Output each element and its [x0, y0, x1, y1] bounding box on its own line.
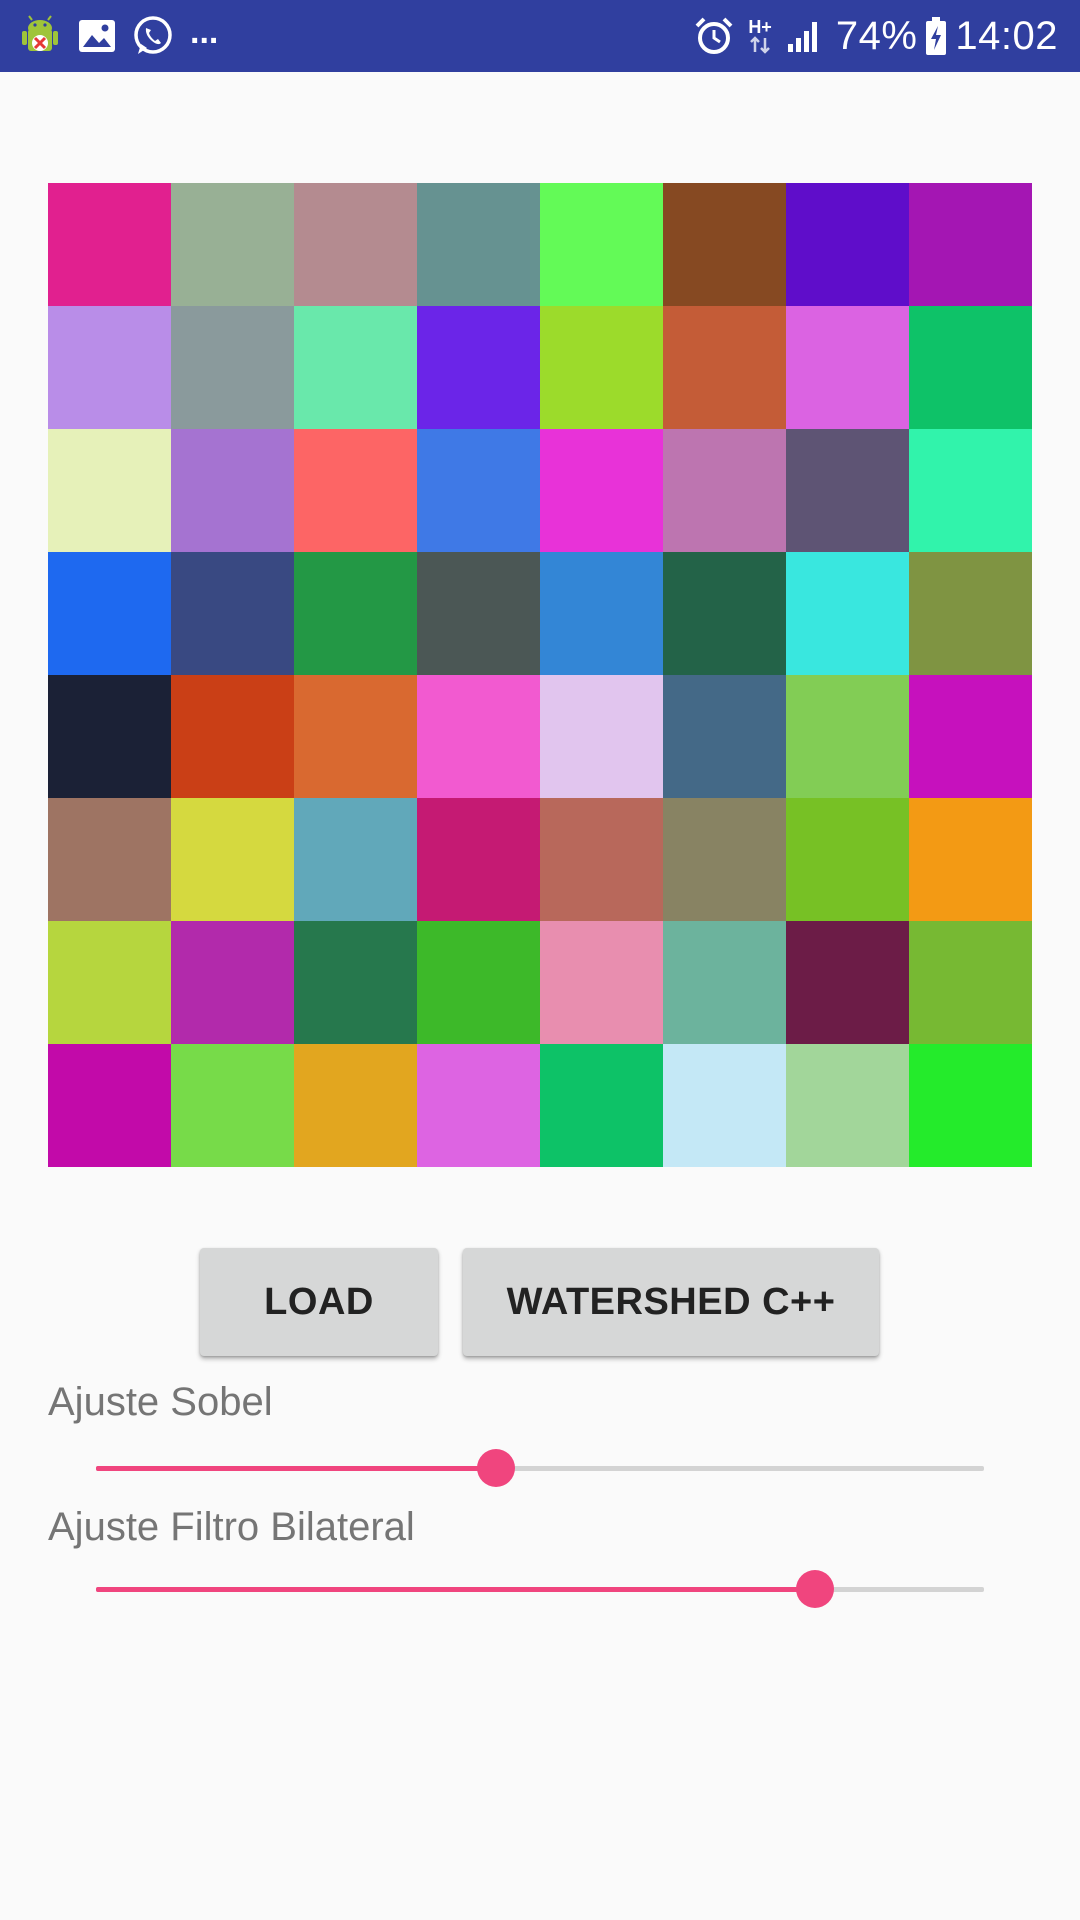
image-tile	[909, 798, 1032, 921]
image-tile	[48, 429, 171, 552]
image-tile	[909, 183, 1032, 306]
image-tile	[786, 921, 909, 1044]
image-tile	[294, 306, 417, 429]
image-tile	[909, 921, 1032, 1044]
image-tile	[540, 798, 663, 921]
image-tile	[294, 1044, 417, 1167]
slider-fill	[96, 1466, 496, 1471]
image-tile	[48, 1044, 171, 1167]
image-tile	[171, 675, 294, 798]
watershed-button[interactable]: WATERSHED C++	[463, 1248, 879, 1356]
image-tile	[294, 429, 417, 552]
notification-overflow: ...	[190, 12, 219, 51]
image-tile	[48, 306, 171, 429]
load-button[interactable]: LOAD	[200, 1248, 438, 1356]
image-tile	[786, 675, 909, 798]
image-tile	[417, 306, 540, 429]
status-right: H+ 74% 14:02	[680, 14, 1058, 59]
image-tile	[540, 429, 663, 552]
image-tile	[909, 306, 1032, 429]
image-tile	[171, 429, 294, 552]
network-icon: H+	[748, 18, 772, 54]
image-tile	[663, 306, 786, 429]
image-tile	[171, 183, 294, 306]
image-tile	[171, 306, 294, 429]
image-tile	[663, 675, 786, 798]
image-tile	[786, 552, 909, 675]
android-debug-icon	[18, 14, 62, 58]
slider-thumb[interactable]	[796, 1570, 835, 1608]
bilateral-slider[interactable]	[96, 1569, 984, 1609]
image-tile	[540, 1044, 663, 1167]
status-bar: ... H+ 74% 14:02	[0, 0, 1080, 72]
loaded-image	[48, 183, 1032, 1167]
image-tile	[786, 1044, 909, 1167]
image-tile	[171, 1044, 294, 1167]
image-tile	[171, 921, 294, 1044]
image-tile	[417, 183, 540, 306]
battery-icon	[925, 16, 947, 56]
status-left: ...	[18, 12, 234, 58]
image-tile	[294, 921, 417, 1044]
alarm-icon	[694, 16, 734, 56]
image-tile	[417, 552, 540, 675]
image-tile	[417, 921, 540, 1044]
image-tile	[540, 921, 663, 1044]
image-tile	[786, 429, 909, 552]
signal-icon	[786, 18, 822, 54]
image-tile	[48, 183, 171, 306]
battery-percent: 74%	[835, 13, 918, 58]
image-tile	[171, 552, 294, 675]
slider-fill	[96, 1587, 816, 1592]
bilateral-label: Ajuste Filtro Bilateral	[48, 1505, 415, 1549]
image-tile	[294, 552, 417, 675]
image-tile	[663, 552, 786, 675]
image-tile	[48, 921, 171, 1044]
slider-thumb[interactable]	[476, 1449, 515, 1487]
image-tile	[417, 798, 540, 921]
image-tile	[786, 306, 909, 429]
status-time: 14:02	[955, 13, 1058, 58]
image-tile	[786, 183, 909, 306]
image-tile	[540, 183, 663, 306]
image-tile	[48, 798, 171, 921]
image-tile	[663, 798, 786, 921]
image-tile	[540, 306, 663, 429]
image-tile	[786, 798, 909, 921]
image-tile	[294, 798, 417, 921]
image-tile	[294, 183, 417, 306]
image-tile	[663, 429, 786, 552]
image-tile	[417, 1044, 540, 1167]
image-tile	[540, 675, 663, 798]
image-tile	[663, 183, 786, 306]
image-tile	[663, 921, 786, 1044]
image-tile	[294, 675, 417, 798]
sobel-slider[interactable]	[96, 1448, 984, 1488]
image-tile	[48, 552, 171, 675]
image-tile	[909, 1044, 1032, 1167]
whatsapp-icon	[132, 15, 174, 57]
image-tile	[540, 552, 663, 675]
image-tile	[417, 429, 540, 552]
image-tile	[909, 552, 1032, 675]
network-type: H+	[748, 17, 772, 37]
sobel-label: Ajuste Sobel	[48, 1380, 273, 1424]
image-tile	[909, 429, 1032, 552]
image-tile	[417, 675, 540, 798]
image-tile	[171, 798, 294, 921]
image-tile	[909, 675, 1032, 798]
image-tile	[663, 1044, 786, 1167]
image-icon	[78, 18, 116, 54]
image-tile	[48, 675, 171, 798]
